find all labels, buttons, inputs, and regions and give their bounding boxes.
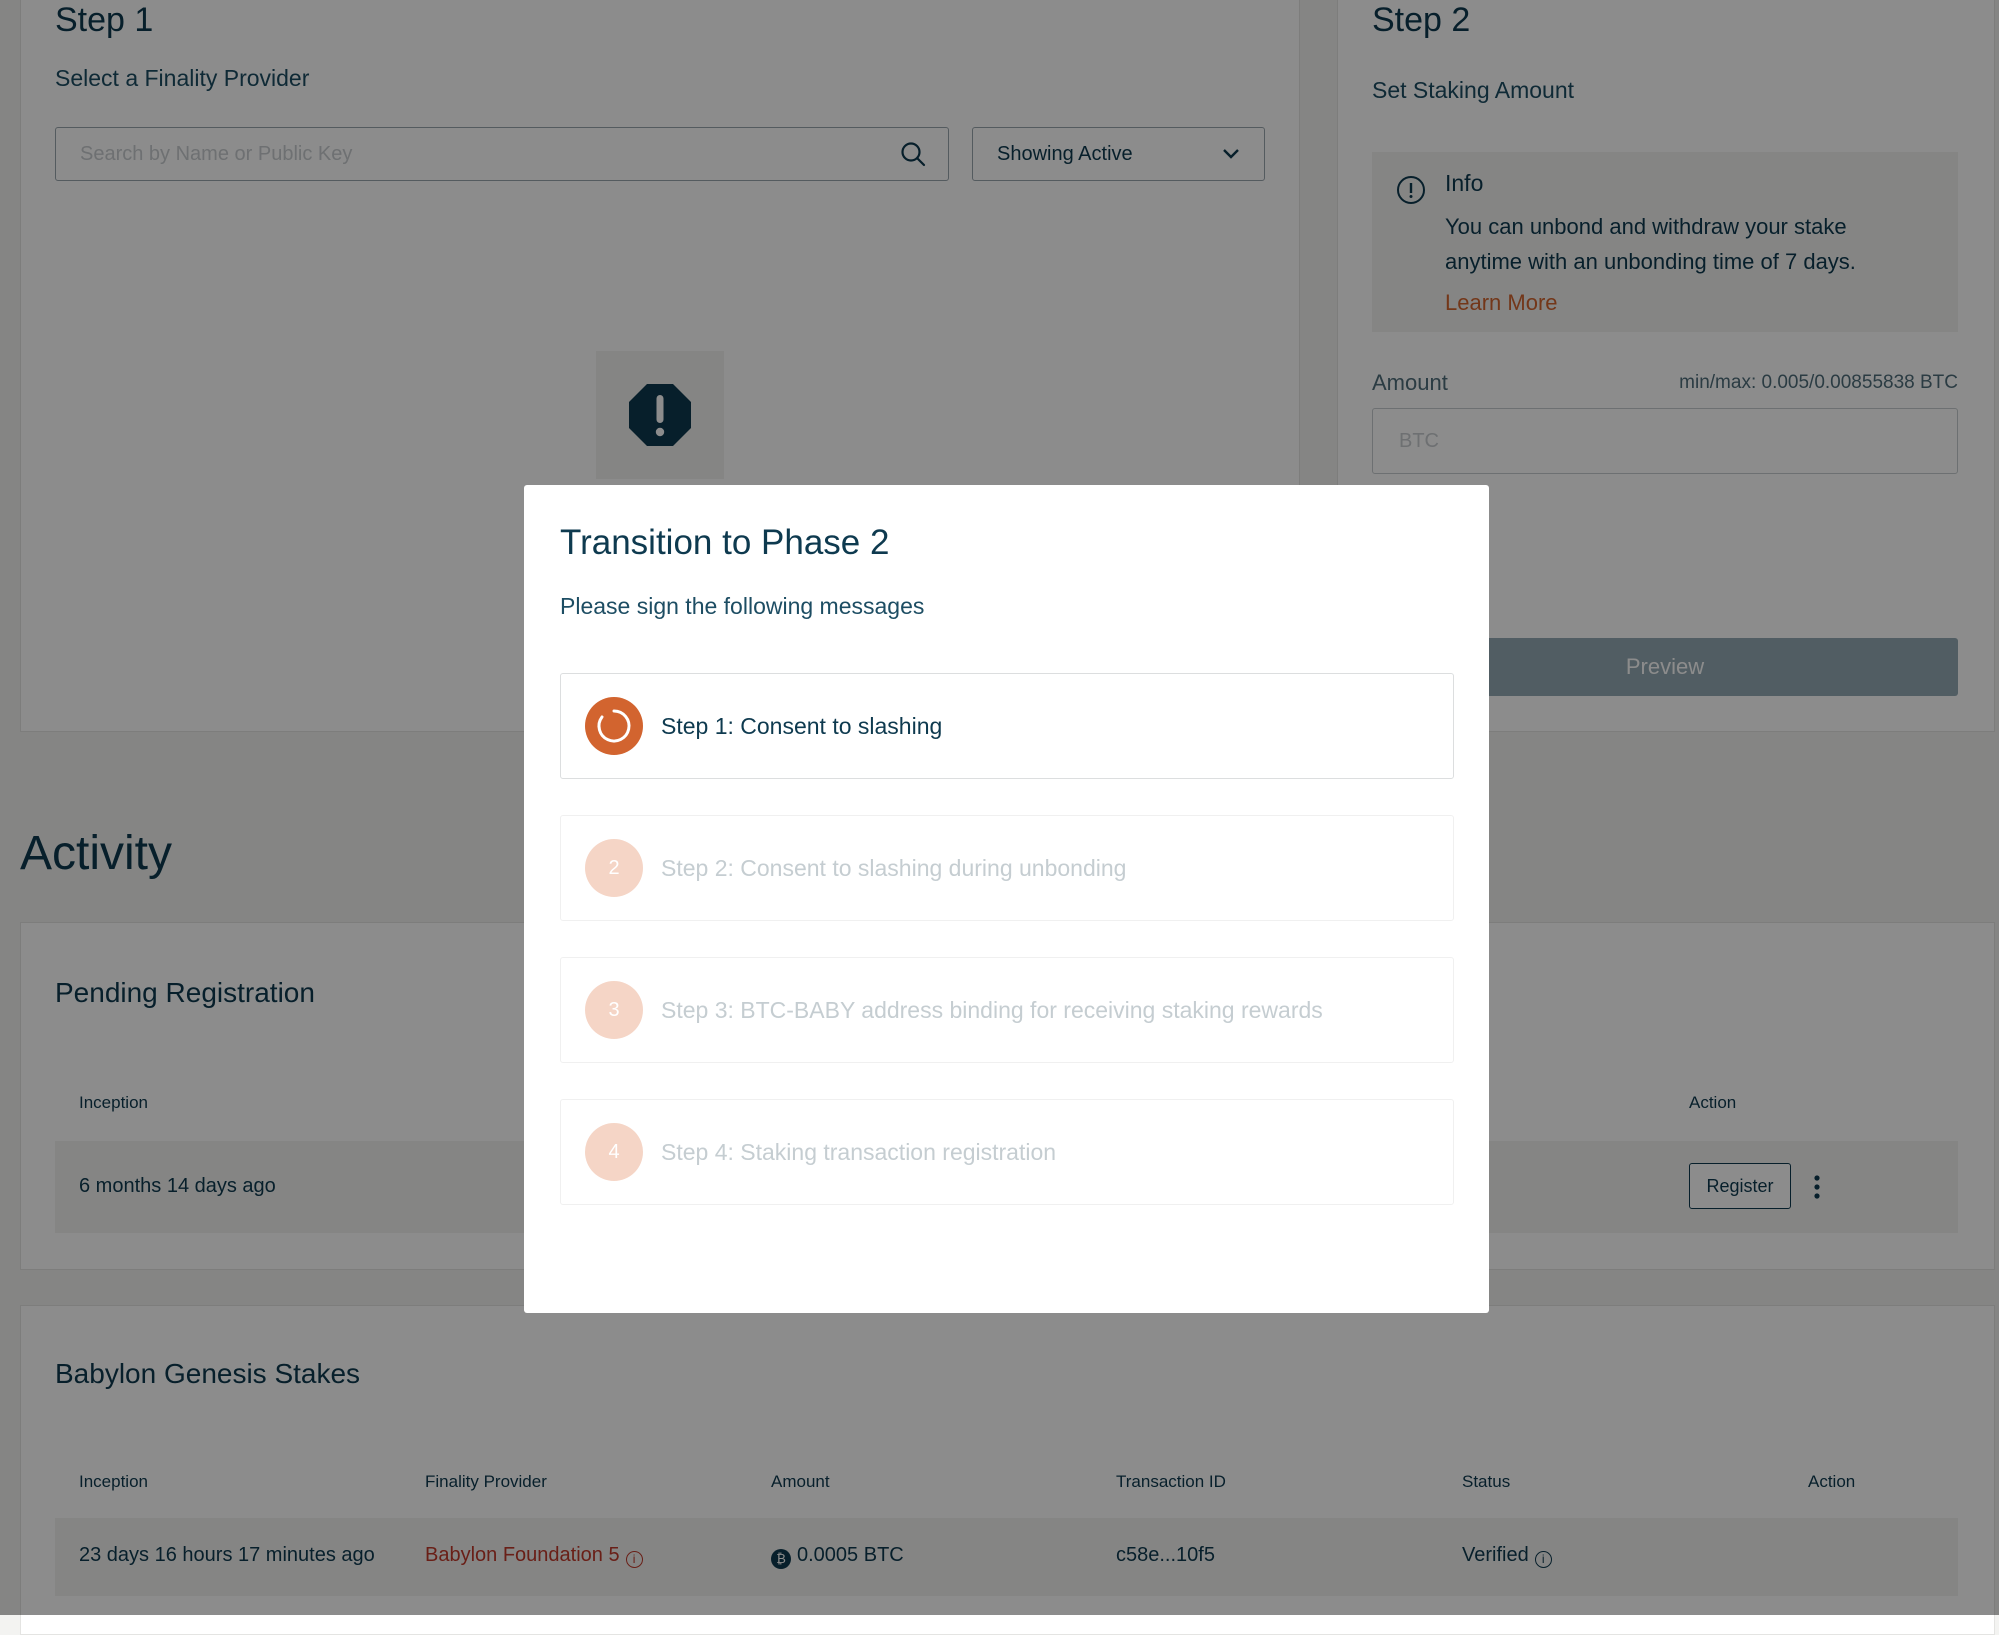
signing-step-1: Step 1: Consent to slashing (560, 673, 1454, 779)
step-label: Step 4: Staking transaction registration (661, 1138, 1057, 1165)
phase2-transition-modal: Transition to Phase 2 Please sign the fo… (524, 485, 1489, 1313)
step-label: Step 2: Consent to slashing during unbon… (661, 854, 1127, 881)
modal-title: Transition to Phase 2 (560, 523, 890, 562)
step-number-badge: 4 (585, 1123, 643, 1181)
step-number-badge: 2 (585, 839, 643, 897)
signing-step-2: 2 Step 2: Consent to slashing during unb… (560, 815, 1454, 921)
loading-spinner-icon (585, 697, 643, 755)
signing-step-3: 3 Step 3: BTC-BABY address binding for r… (560, 957, 1454, 1063)
modal-subtitle: Please sign the following messages (560, 593, 925, 619)
step-label: Step 3: BTC-BABY address binding for rec… (661, 996, 1323, 1023)
signing-step-4: 4 Step 4: Staking transaction registrati… (560, 1099, 1454, 1205)
step-number-badge: 3 (585, 981, 643, 1039)
step-label: Step 1: Consent to slashing (661, 712, 943, 739)
